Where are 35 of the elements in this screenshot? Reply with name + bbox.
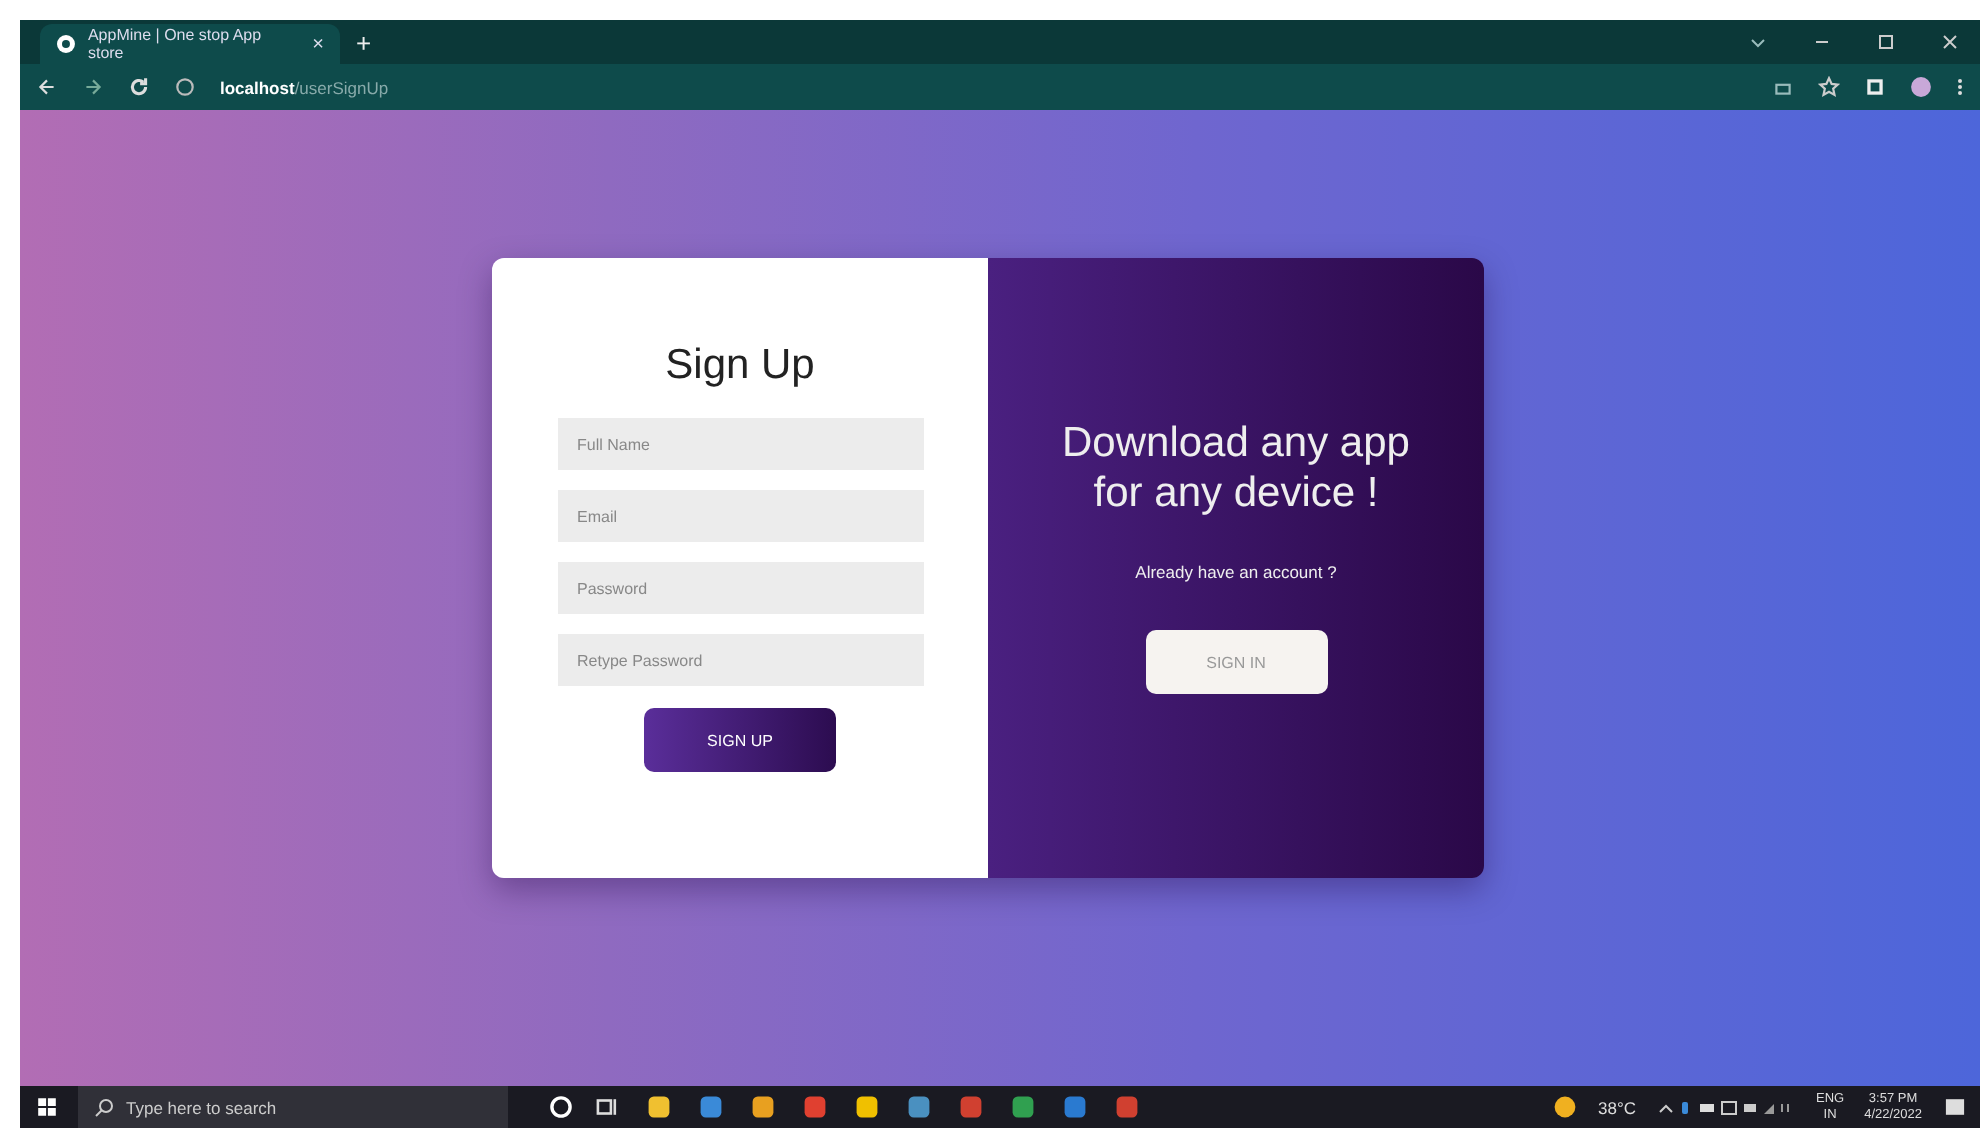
search-icon xyxy=(94,1097,114,1117)
app-icon[interactable] xyxy=(750,1094,776,1120)
account-prompt: Already have an account ? xyxy=(1135,562,1337,583)
input-field[interactable]: Email xyxy=(557,490,923,542)
address-field[interactable]: localhost/userSignUp xyxy=(220,77,389,97)
reload-icon[interactable] xyxy=(128,76,150,98)
app-icon[interactable] xyxy=(698,1094,724,1120)
close-tab-button[interactable]: × xyxy=(312,33,324,55)
restore-icon[interactable] xyxy=(1876,32,1896,52)
task-view-icon[interactable] xyxy=(594,1094,620,1120)
app-icon[interactable] xyxy=(1010,1094,1036,1120)
app-icon[interactable] xyxy=(906,1094,932,1120)
close-icon[interactable] xyxy=(1940,32,1960,52)
input-field[interactable]: Password xyxy=(557,562,923,614)
temperature-text: 38°C xyxy=(1597,1097,1636,1117)
star-icon[interactable] xyxy=(1818,76,1840,98)
taskbar-search-field[interactable]: Type here to search xyxy=(78,1086,508,1128)
back-arrow-icon[interactable] xyxy=(36,76,58,98)
forward-arrow-icon[interactable] xyxy=(82,76,104,98)
tab-title: AppMine | One stop App store xyxy=(87,26,264,62)
cortana-icon[interactable] xyxy=(548,1094,574,1120)
weather-sun-icon xyxy=(1551,1094,1578,1120)
promo-heading: Download any app for any device ! xyxy=(1060,418,1412,519)
avatar-icon[interactable] xyxy=(1910,76,1932,98)
menu-icon[interactable] xyxy=(1956,76,1964,98)
input-field[interactable]: Retype Password xyxy=(557,634,923,686)
new-tab-button[interactable]: + xyxy=(356,28,372,58)
browser-tab[interactable]: AppMine | One stop App store × xyxy=(40,24,340,64)
windows-logo-icon[interactable] xyxy=(36,1096,58,1118)
input-field[interactable]: Full Name xyxy=(557,418,923,470)
notification-icon[interactable] xyxy=(1942,1094,1968,1120)
app-icon[interactable] xyxy=(646,1094,672,1120)
app-icon[interactable] xyxy=(854,1094,880,1120)
sign-up-button[interactable]: SIGN UP xyxy=(644,708,836,772)
signup-title: Sign Up xyxy=(665,342,815,390)
